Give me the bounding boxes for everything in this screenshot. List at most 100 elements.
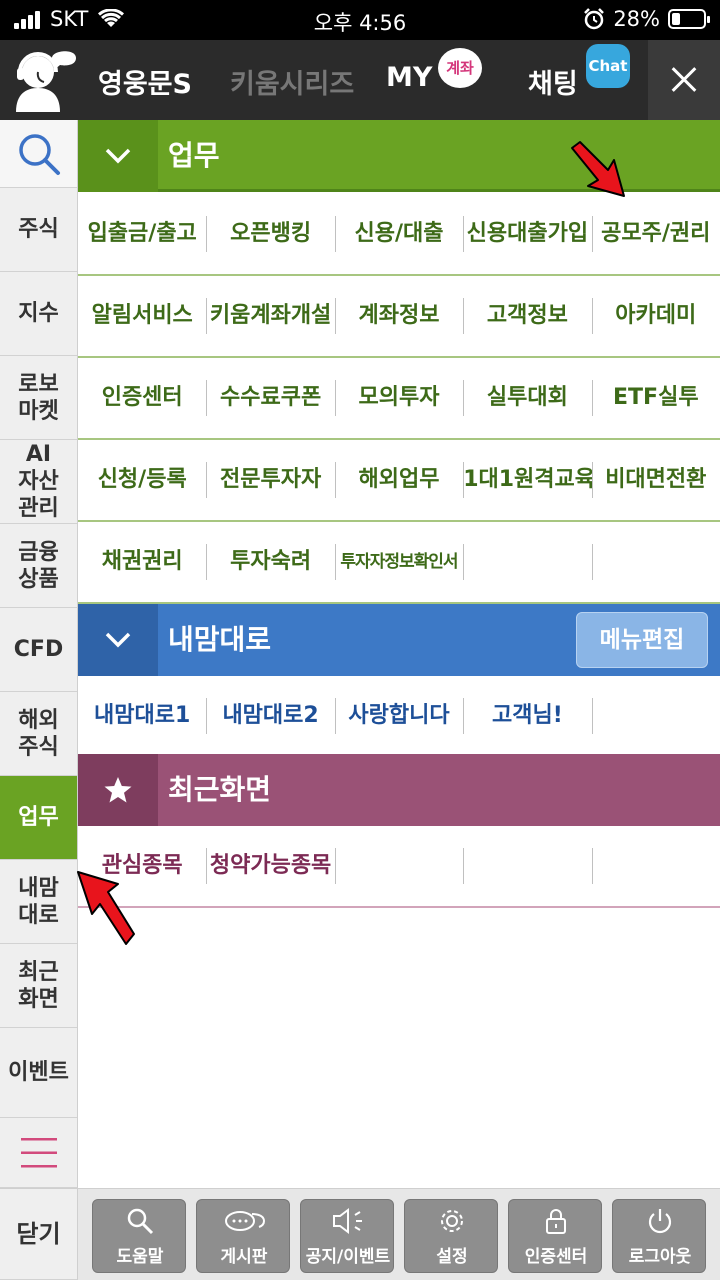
star-icon bbox=[78, 754, 158, 826]
menu-item[interactable]: 수수료쿠폰 bbox=[206, 358, 334, 438]
section-header-custom[interactable]: 내맘대로 메뉴편집 bbox=[78, 604, 720, 676]
sidebar-item-recent[interactable]: 최근 화면 bbox=[0, 944, 77, 1028]
notice-event-label: 공지/이벤트 bbox=[305, 1247, 391, 1267]
menu-item[interactable]: 키움계좌개설 bbox=[206, 276, 334, 356]
tab-youngwoongmoon[interactable]: 영웅문S bbox=[98, 62, 192, 101]
my-account-badge[interactable]: 계좌 bbox=[438, 48, 482, 88]
menu-item[interactable]: 청약가능종목 bbox=[206, 826, 334, 906]
menu-item[interactable]: 모의투자 bbox=[335, 358, 463, 438]
battery-fill bbox=[672, 13, 680, 25]
menu-row: 관심종목 청약가능종목 bbox=[78, 826, 720, 908]
speaker-icon bbox=[333, 1208, 362, 1234]
status-right: 28% bbox=[583, 7, 710, 31]
certification-center-button[interactable]: 인증센터 bbox=[508, 1199, 602, 1273]
menu-item[interactable]: 계좌정보 bbox=[335, 276, 463, 356]
app-header: 영웅문S 키움시리즈 MY 계좌 채팅 Chat bbox=[0, 40, 720, 120]
menu-item[interactable]: 신용대출가입 bbox=[463, 194, 591, 274]
sidebar-item-event[interactable]: 이벤트 bbox=[0, 1028, 77, 1118]
menu-item[interactable]: 채권권리 bbox=[78, 522, 206, 602]
power-icon bbox=[648, 1209, 672, 1234]
search-icon bbox=[18, 133, 60, 175]
menu-row: 알림서비스 키움계좌개설 계좌정보 고객정보 아카데미 bbox=[78, 276, 720, 358]
sidebar-item-financial-products[interactable]: 금융 상품 bbox=[0, 524, 77, 608]
certification-center-label: 인증센터 bbox=[524, 1247, 588, 1267]
alarm-icon bbox=[584, 8, 605, 30]
menu-item[interactable]: 신청/등록 bbox=[78, 440, 206, 520]
sidebar-item-index[interactable]: 지수 bbox=[0, 272, 77, 356]
status-bar: SKT 오후 4:56 28% bbox=[0, 0, 720, 40]
sidebar: 주식 지수 로보 마켓 AI 자산 관리 금융 상품 CFD 해외 주식 업무 … bbox=[0, 120, 78, 1280]
menu-item[interactable]: 고객님! bbox=[463, 676, 591, 756]
sidebar-item-work[interactable]: 업무 bbox=[0, 776, 77, 860]
red-arrow-annotation-icon bbox=[77, 871, 135, 945]
menu-item[interactable]: 공모주/권리 bbox=[592, 194, 720, 274]
logout-button[interactable]: 로그아웃 bbox=[612, 1199, 706, 1273]
menu-item bbox=[592, 826, 720, 906]
battery-percent: 28% bbox=[613, 7, 660, 31]
menu-item[interactable]: 오픈뱅킹 bbox=[206, 194, 334, 274]
hamburger-menu-icon bbox=[20, 1137, 57, 1167]
menu-item[interactable]: 고객정보 bbox=[463, 276, 591, 356]
tab-chat[interactable]: 채팅 bbox=[528, 62, 578, 101]
magnifier-icon bbox=[127, 1208, 154, 1235]
menu-row: 인증센터 수수료쿠폰 모의투자 실투대회 ETF실투 bbox=[78, 358, 720, 440]
tab-kiwoom-series[interactable]: 키움시리즈 bbox=[230, 62, 354, 101]
section-title-custom: 내맘대로 bbox=[168, 623, 272, 656]
chat-bubbles-icon bbox=[225, 1211, 266, 1231]
menu-row: 입출금/출고 오픈뱅킹 신용/대출 신용대출가입 공모주/권리 bbox=[78, 194, 720, 276]
notice-event-button[interactable]: 공지/이벤트 bbox=[300, 1199, 394, 1273]
menu-edit-button[interactable]: 메뉴편집 bbox=[576, 612, 708, 668]
gear-icon bbox=[441, 1210, 463, 1232]
customer-support-avatar-icon[interactable] bbox=[8, 46, 80, 114]
menu-item bbox=[335, 826, 463, 906]
menu-row: 신청/등록 전문투자자 해외업무 1대1원격교육 비대면전환 bbox=[78, 440, 720, 522]
menu-item[interactable]: 투자자정보확인서 bbox=[335, 522, 463, 602]
menu-item[interactable]: 아카데미 bbox=[592, 276, 720, 356]
board-button[interactable]: 게시판 bbox=[196, 1199, 290, 1273]
menu-item[interactable]: 내맘대로1 bbox=[78, 676, 206, 756]
menu-item[interactable]: 입출금/출고 bbox=[78, 194, 206, 274]
sidebar-item-cfd[interactable]: CFD bbox=[0, 608, 77, 692]
collapse-chevron-icon[interactable] bbox=[78, 120, 158, 192]
menu-row: 내맘대로1 내맘대로2 사랑합니다 고객님! bbox=[78, 676, 720, 758]
board-label: 게시판 bbox=[220, 1247, 268, 1267]
help-button[interactable]: 도움말 bbox=[92, 1199, 186, 1273]
menu-item[interactable]: 해외업무 bbox=[335, 440, 463, 520]
menu-item[interactable]: 투자숙려 bbox=[206, 522, 334, 602]
bottom-toolbar: 도움말 게시판 공지/이벤트 설정 인증센터 로그아웃 bbox=[78, 1188, 720, 1280]
section-header-recent[interactable]: 최근화면 bbox=[78, 754, 720, 826]
menu-item bbox=[592, 522, 720, 602]
chat-badge[interactable]: Chat bbox=[586, 44, 630, 88]
sidebar-item-custom[interactable]: 내맘 대로 bbox=[0, 860, 77, 944]
settings-button[interactable]: 설정 bbox=[404, 1199, 498, 1273]
sidebar-item-ai-asset[interactable]: AI 자산 관리 bbox=[0, 440, 77, 524]
close-icon[interactable] bbox=[648, 40, 720, 120]
menu-item[interactable]: 실투대회 bbox=[463, 358, 591, 438]
menu-item[interactable]: 전문투자자 bbox=[206, 440, 334, 520]
section-title-recent: 최근화면 bbox=[168, 773, 272, 806]
sidebar-item-robo-market[interactable]: 로보 마켓 bbox=[0, 356, 77, 440]
menu-item[interactable]: 사랑합니다 bbox=[335, 676, 463, 756]
tab-my[interactable]: MY bbox=[386, 62, 432, 93]
menu-item[interactable]: 내맘대로2 bbox=[206, 676, 334, 756]
menu-item[interactable]: 인증센터 bbox=[78, 358, 206, 438]
sidebar-item-stock[interactable]: 주식 bbox=[0, 188, 77, 272]
lock-icon bbox=[546, 1209, 566, 1234]
help-label: 도움말 bbox=[116, 1247, 164, 1267]
sidebar-search-button[interactable] bbox=[0, 120, 77, 188]
battery-icon bbox=[668, 9, 710, 29]
menu-item[interactable]: 비대면전환 bbox=[592, 440, 720, 520]
sidebar-close-button[interactable]: 닫기 bbox=[0, 1188, 77, 1280]
menu-item[interactable]: ETF실투 bbox=[592, 358, 720, 438]
menu-item[interactable]: 알림서비스 bbox=[78, 276, 206, 356]
menu-item[interactable]: 신용/대출 bbox=[335, 194, 463, 274]
menu-item[interactable]: 1대1원격교육 bbox=[463, 440, 591, 520]
logout-label: 로그아웃 bbox=[628, 1247, 692, 1267]
section-title-work: 업무 bbox=[168, 139, 220, 172]
settings-label: 설정 bbox=[436, 1247, 468, 1267]
collapse-chevron-icon[interactable] bbox=[78, 604, 158, 676]
menu-row: 채권권리 투자숙려 투자자정보확인서 bbox=[78, 522, 720, 604]
sidebar-menu-button[interactable] bbox=[0, 1118, 77, 1188]
menu-item bbox=[463, 522, 591, 602]
sidebar-item-overseas-stock[interactable]: 해외 주식 bbox=[0, 692, 77, 776]
